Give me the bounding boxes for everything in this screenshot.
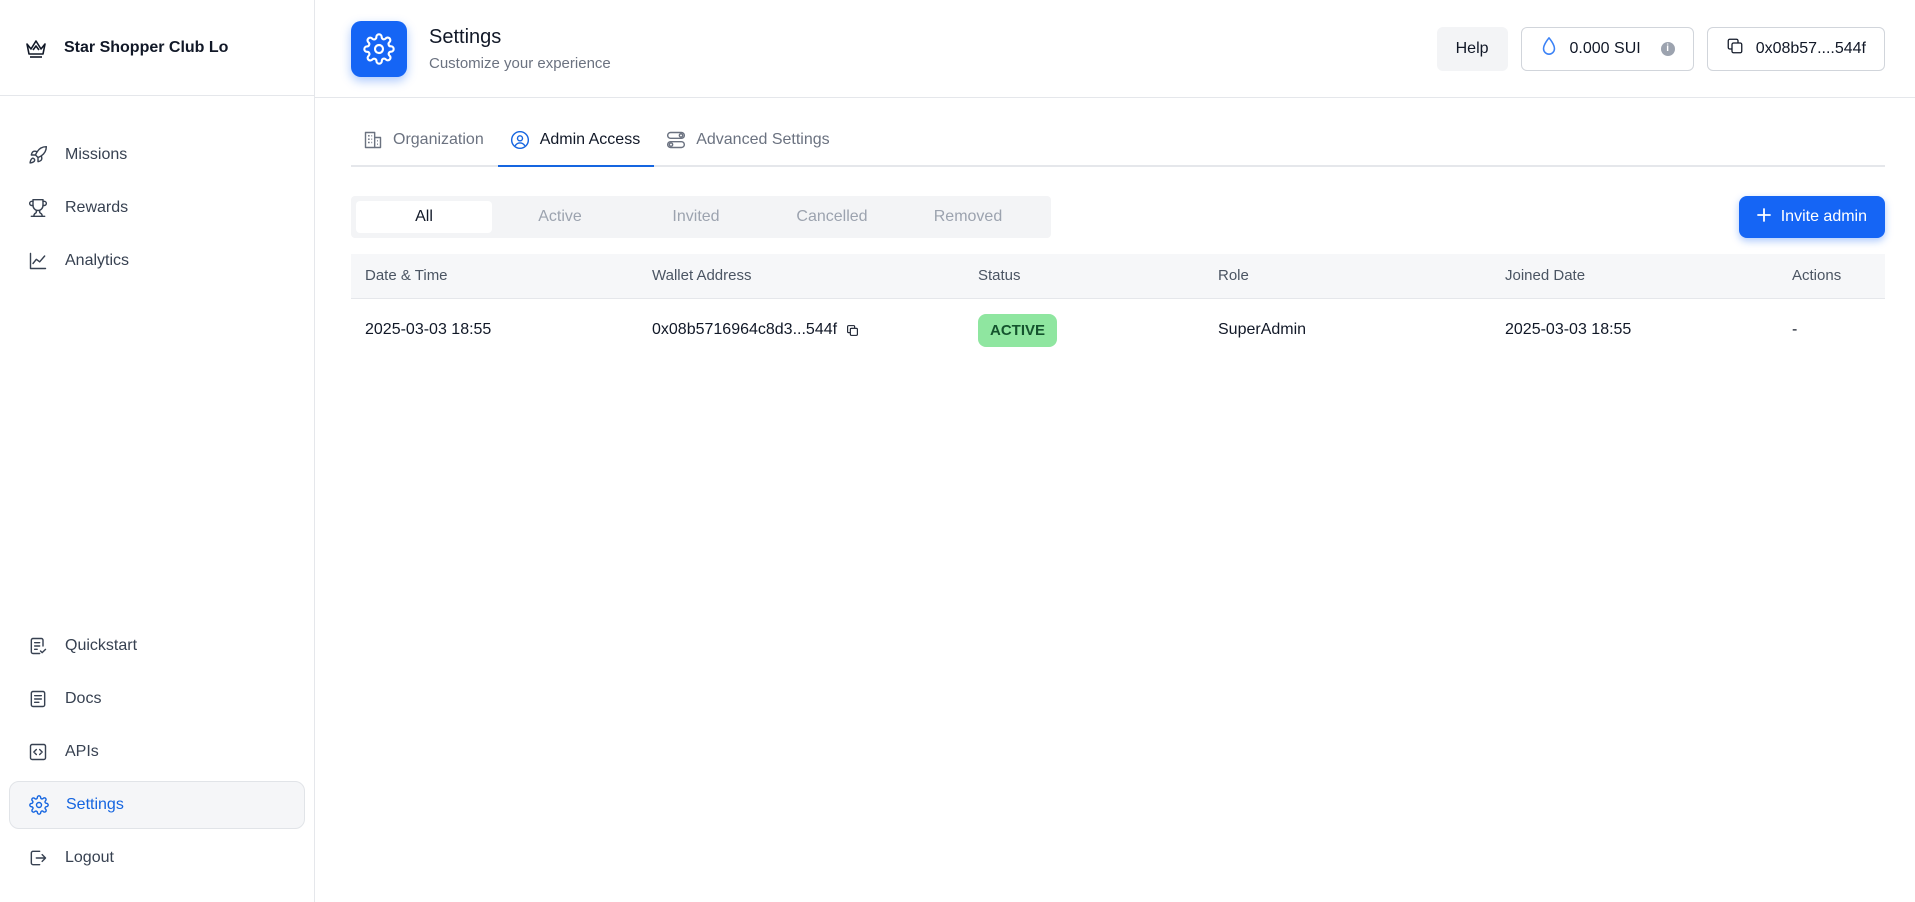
sidebar-item-label: APIs <box>65 743 99 760</box>
invite-admin-label: Invite admin <box>1780 208 1867 225</box>
sidebar-item-logout[interactable]: Logout <box>9 834 305 882</box>
status-badge: ACTIVE <box>978 313 1058 347</box>
cell-date-time: 2025-03-03 18:55 <box>365 321 492 339</box>
table-row: 2025-03-03 18:55 0x08b5716964c8d3...544f <box>351 298 1885 362</box>
cell-status: ACTIVE <box>964 298 1204 362</box>
sidebar-item-settings[interactable]: Settings <box>9 781 305 829</box>
code-icon <box>27 741 49 763</box>
trophy-icon <box>27 197 49 219</box>
checklist-icon <box>27 635 49 657</box>
wallet-button[interactable]: 0x08b57....544f <box>1706 26 1885 71</box>
sidebar-item-label: Missions <box>65 146 128 163</box>
title-block: Settings Customize your experience <box>429 26 611 72</box>
chart-line-icon <box>27 250 49 272</box>
column-header: Wallet Address <box>652 267 752 285</box>
sidebar-item-label: Logout <box>65 849 114 866</box>
filter-cancelled[interactable]: Cancelled <box>764 201 900 233</box>
filter-active[interactable]: Active <box>492 201 628 233</box>
table-header-row: Date & Time Wallet Address Status Role J… <box>351 254 1885 298</box>
building-icon <box>363 130 383 150</box>
sidebar-item-label: Settings <box>66 796 124 813</box>
cell-joined-date: 2025-03-03 18:55 <box>1505 321 1632 339</box>
sidebar-nav-secondary: Quickstart Docs APIs Settings Logout <box>0 617 314 887</box>
crown-icon <box>24 36 48 60</box>
filter-invited[interactable]: Invited <box>628 201 764 233</box>
invite-admin-button[interactable]: Invite admin <box>1738 196 1885 238</box>
sidebar-item-analytics[interactable]: Analytics <box>9 237 305 285</box>
tab-label: Admin Access <box>539 131 641 148</box>
sidebar-item-label: Docs <box>65 690 102 707</box>
sidebar-item-quickstart[interactable]: Quickstart <box>9 622 305 670</box>
column-header: Actions <box>1792 267 1842 285</box>
sidebar-item-label: Rewards <box>65 199 129 216</box>
wallet-address: 0x08b57....544f <box>1755 39 1866 57</box>
settings-tabs: Organization Admin Access Advanced Setti… <box>351 98 1885 167</box>
tab-label: Advanced Settings <box>696 131 830 148</box>
sidebar-item-missions[interactable]: Missions <box>9 131 305 179</box>
header-actions: Help 0.000 SUI i 0x08b57....544f <box>1436 26 1885 71</box>
cell-actions: - <box>1792 321 1798 339</box>
sidebar-item-rewards[interactable]: Rewards <box>9 184 305 232</box>
help-button[interactable]: Help <box>1436 26 1508 71</box>
document-icon <box>27 688 49 710</box>
sidebar-item-apis[interactable]: APIs <box>9 728 305 776</box>
header: Settings Customize your experience Help … <box>315 0 1915 98</box>
sidebar-nav-main: Missions Rewards Analytics <box>0 96 314 290</box>
admins-table: Date & Time Wallet Address Status Role J… <box>351 254 1885 362</box>
copy-icon <box>1726 37 1744 60</box>
tab-label: Organization <box>393 131 484 148</box>
column-header: Status <box>978 267 1021 285</box>
rocket-icon <box>27 144 49 166</box>
logout-icon <box>27 847 49 869</box>
column-header: Joined Date <box>1505 267 1586 285</box>
column-header: Date & Time <box>365 267 448 285</box>
filter-all[interactable]: All <box>356 201 492 233</box>
plus-icon <box>1756 207 1771 227</box>
gear-icon <box>28 794 50 816</box>
page-subtitle: Customize your experience <box>429 54 611 72</box>
brand-name: Star Shopper Club Lo <box>64 38 229 56</box>
filter-row: All Active Invited Cancelled Removed Inv… <box>351 196 1885 238</box>
settings-content: Organization Admin Access Advanced Setti… <box>315 98 1915 362</box>
cell-role: SuperAdmin <box>1218 321 1307 339</box>
sidebar-item-label: Quickstart <box>65 637 138 654</box>
balance-button[interactable]: 0.000 SUI i <box>1520 26 1694 71</box>
page-title: Settings <box>429 25 502 48</box>
copy-icon[interactable] <box>846 324 859 337</box>
info-icon[interactable]: i <box>1660 41 1675 56</box>
status-filter: All Active Invited Cancelled Removed <box>351 196 1051 238</box>
toggles-icon <box>666 130 686 150</box>
column-header: Role <box>1218 267 1249 285</box>
sidebar: Star Shopper Club Lo Missions Rewards An… <box>0 0 315 902</box>
droplet-icon <box>1540 36 1558 61</box>
tab-organization[interactable]: Organization <box>351 115 498 167</box>
brand[interactable]: Star Shopper Club Lo <box>0 0 314 96</box>
balance-value: 0.000 SUI <box>1569 39 1641 57</box>
main-area: Settings Customize your experience Help … <box>315 0 1915 902</box>
settings-gear-icon <box>351 20 407 77</box>
tab-advanced-settings[interactable]: Advanced Settings <box>654 115 843 167</box>
wallet-address-text: 0x08b5716964c8d3...544f <box>652 321 838 339</box>
cell-wallet: 0x08b5716964c8d3...544f <box>638 298 964 362</box>
user-circle-icon <box>510 130 530 150</box>
tab-admin-access[interactable]: Admin Access <box>497 115 655 167</box>
sidebar-item-label: Analytics <box>65 252 130 269</box>
sidebar-item-docs[interactable]: Docs <box>9 675 305 723</box>
filter-removed[interactable]: Removed <box>900 201 1036 233</box>
